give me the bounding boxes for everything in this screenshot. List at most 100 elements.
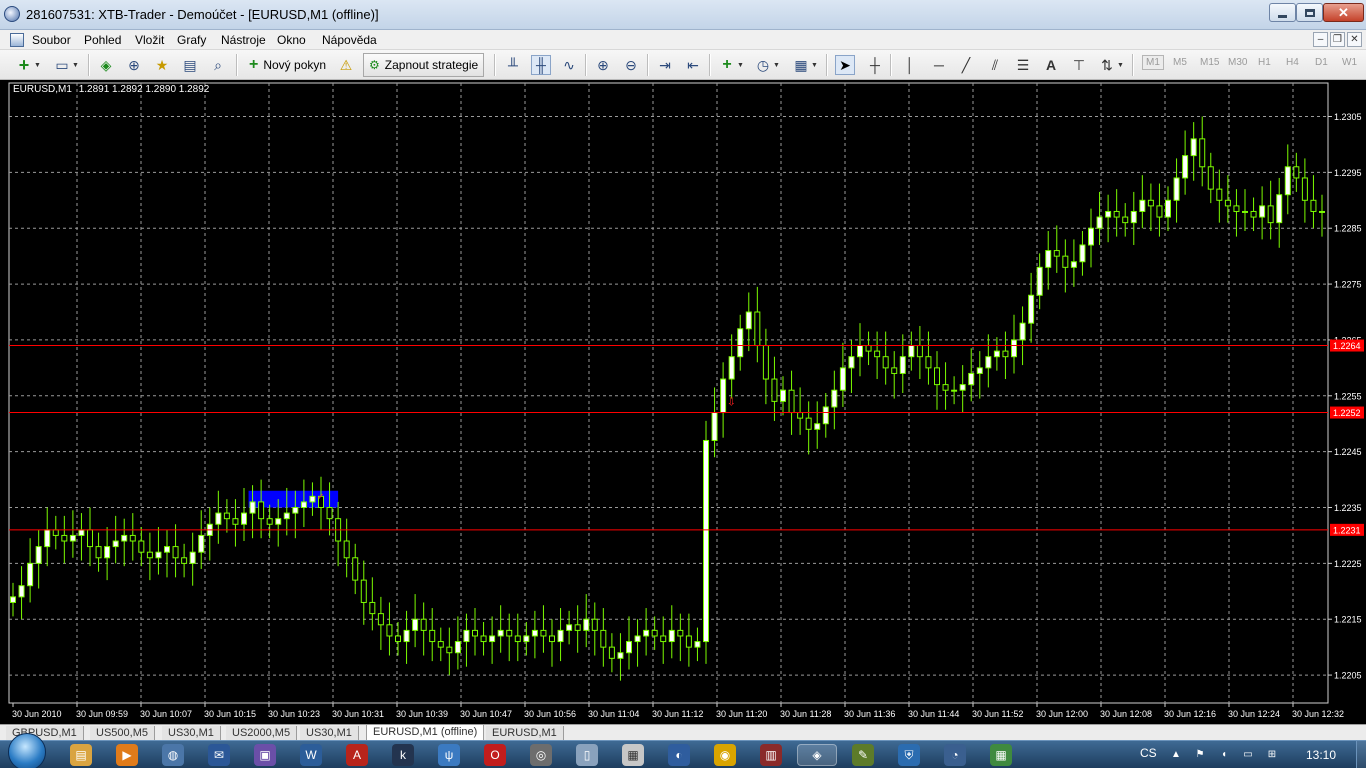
child-minimize-button[interactable]: – [1313, 32, 1328, 47]
periods-dropdown[interactable]: ▼ [771, 55, 781, 75]
auto-scroll-icon[interactable]: ⇥ [655, 55, 675, 75]
indicators-dropdown[interactable]: ▼ [735, 55, 745, 75]
candle-body [703, 439, 709, 643]
candle-body [891, 367, 898, 374]
templates-dropdown[interactable]: ▼ [809, 55, 819, 75]
word-icon[interactable]: W [300, 744, 322, 766]
zoom-in-icon[interactable]: ⊕ [593, 55, 613, 75]
trendline-icon[interactable]: ╱ [956, 55, 976, 75]
warning-icon[interactable]: ⚠ [336, 55, 356, 75]
profiles-icon[interactable]: ▭ [52, 55, 72, 75]
candle-body [1233, 205, 1240, 212]
timeframe-d1[interactable]: D1 [1315, 57, 1328, 68]
indicators-icon[interactable]: + [717, 55, 737, 75]
templates-icon[interactable]: ▦ [791, 55, 811, 75]
zoom-out-icon[interactable]: ⊖ [621, 55, 641, 75]
strategy-button[interactable]: ⚙ Zapnout strategie [363, 53, 485, 77]
strategy-tester-icon[interactable]: ⌕ [208, 55, 228, 75]
candlestick-icon[interactable]: ╫ [531, 55, 551, 75]
vertical-line-icon[interactable]: │ [900, 55, 920, 75]
volume-icon[interactable]: ◖ [1218, 749, 1230, 761]
data-window-icon[interactable]: ⊕ [124, 55, 144, 75]
paint-icon[interactable]: ✎ [852, 744, 874, 766]
outlook-icon[interactable]: ✉ [208, 744, 230, 766]
arrows-icon[interactable]: ⇅ [1097, 55, 1117, 75]
menu-vlozit[interactable]: Vložit [135, 33, 164, 47]
gamepad-icon[interactable]: ◎ [530, 744, 552, 766]
navigator-icon[interactable]: ★ [152, 55, 172, 75]
fibonacci-icon[interactable]: ☰ [1013, 55, 1033, 75]
line-chart-icon[interactable]: ∿ [559, 55, 579, 75]
timeframe-w1[interactable]: W1 [1342, 57, 1357, 68]
bar-chart-icon[interactable]: ╨ [503, 55, 523, 75]
market-watch-icon[interactable]: ◈ [96, 55, 116, 75]
candle-body [1207, 166, 1214, 190]
menu-okno[interactable]: Okno [277, 33, 306, 47]
candle-body [223, 512, 230, 520]
profiles-dropdown[interactable]: ▼ [70, 55, 80, 75]
menu-nastroje[interactable]: Nástroje [221, 33, 266, 47]
new-chart-icon[interactable]: + [14, 55, 34, 75]
mouse-icon[interactable]: ◔ [944, 744, 966, 766]
timeframe-m15[interactable]: M15 [1200, 57, 1219, 68]
equidistant-channel-icon[interactable]: ⫽ [985, 55, 1005, 75]
maximize-button[interactable] [1296, 3, 1323, 22]
timeframe-m5[interactable]: M5 [1173, 57, 1187, 68]
start-button[interactable] [8, 733, 46, 768]
text-icon[interactable]: A [1041, 55, 1061, 75]
cursor-icon[interactable]: ➤ [835, 55, 855, 75]
app-icon[interactable] [4, 6, 20, 22]
menu-napoveda[interactable]: Nápověda [322, 33, 377, 47]
candle-body [472, 629, 478, 637]
xtb-trader-taskbar-icon[interactable]: ◈ [797, 744, 837, 766]
child-close-button[interactable]: ✕ [1347, 32, 1362, 47]
calculator-icon[interactable]: ▦ [622, 744, 644, 766]
candle-body [925, 356, 932, 369]
opera-icon[interactable]: O [484, 744, 506, 766]
acrobat-icon[interactable]: A [346, 744, 368, 766]
clock[interactable]: 13:10 [1306, 748, 1336, 762]
timeframe-h4[interactable]: H4 [1286, 57, 1299, 68]
close-button[interactable]: ✕ [1323, 3, 1364, 22]
explorer-icon[interactable]: ▤ [70, 744, 92, 766]
timeframe-m30[interactable]: M30 [1228, 57, 1247, 68]
spreadsheet-icon[interactable]: ▦ [990, 744, 1012, 766]
child-restore-button[interactable]: ❐ [1330, 32, 1345, 47]
menu-grafy[interactable]: Grafy [177, 33, 206, 47]
shield-icon[interactable]: ⛨ [898, 744, 920, 766]
archive-icon[interactable]: ▥ [760, 744, 782, 766]
menu-pohled[interactable]: Pohled [84, 33, 121, 47]
arrows-dropdown[interactable]: ▼ [1115, 55, 1125, 75]
language-indicator[interactable]: CS [1140, 746, 1157, 760]
terminal-icon[interactable]: ▤ [180, 55, 200, 75]
network-icon[interactable]: ◐ [668, 744, 690, 766]
media-player-icon[interactable]: ▶ [116, 744, 138, 766]
psi-app-icon[interactable]: ψ [438, 744, 460, 766]
text-label-icon[interactable]: ⊤ [1069, 55, 1089, 75]
periods-icon[interactable]: ◷ [753, 55, 773, 75]
document-icon[interactable] [10, 33, 24, 47]
candle-body [241, 512, 247, 525]
horizontal-line-icon[interactable]: ─ [929, 55, 949, 75]
save-icon[interactable]: ▣ [254, 744, 276, 766]
minimize-button[interactable] [1269, 3, 1296, 22]
show-hidden-icons-icon[interactable]: ▲ [1170, 749, 1182, 761]
new-order-button[interactable]: + Nový pokyn [244, 53, 331, 77]
flag-icon[interactable]: ⚑ [1194, 749, 1206, 761]
chart-canvas[interactable]: 1.23051.22951.22851.22751.22651.22551.22… [0, 81, 1366, 724]
show-desktop-button[interactable] [1356, 741, 1366, 768]
mobile-icon[interactable]: ▯ [576, 744, 598, 766]
toolbar: + ▼ ▭ ▼ ◈ ⊕ ★ ▤ ⌕ + Nový pokyn ⚠ ⚙ Zapno… [0, 50, 1366, 80]
chart-shift-icon[interactable]: ⇤ [683, 55, 703, 75]
hp-icon[interactable]: ◍ [162, 744, 184, 766]
crosshair-icon[interactable]: ┼ [865, 55, 885, 75]
network-tray-icon[interactable]: ⊞ [1266, 749, 1278, 761]
new-chart-dropdown[interactable]: ▼ [32, 55, 42, 75]
k-app-icon[interactable]: k [392, 744, 414, 766]
menu-soubor[interactable]: Soubor [32, 33, 71, 47]
timeframe-h1[interactable]: H1 [1258, 57, 1271, 68]
display-icon[interactable]: ▭ [1242, 749, 1254, 761]
chrome-icon[interactable]: ◉ [714, 744, 736, 766]
price-chart[interactable]: 1.23051.22951.22851.22751.22651.22551.22… [0, 81, 1366, 724]
timeframe-m1[interactable]: M1 [1142, 55, 1164, 70]
